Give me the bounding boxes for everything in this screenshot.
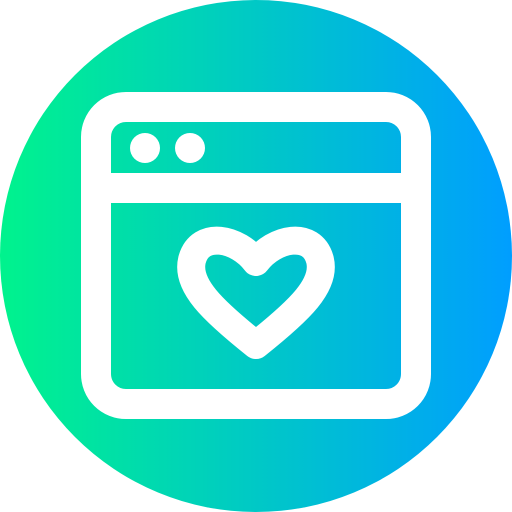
browser-window-heart-icon (0, 0, 512, 512)
icon-canvas (0, 0, 512, 512)
window-dot-icon (175, 133, 205, 163)
window-dot-icon (130, 133, 160, 163)
